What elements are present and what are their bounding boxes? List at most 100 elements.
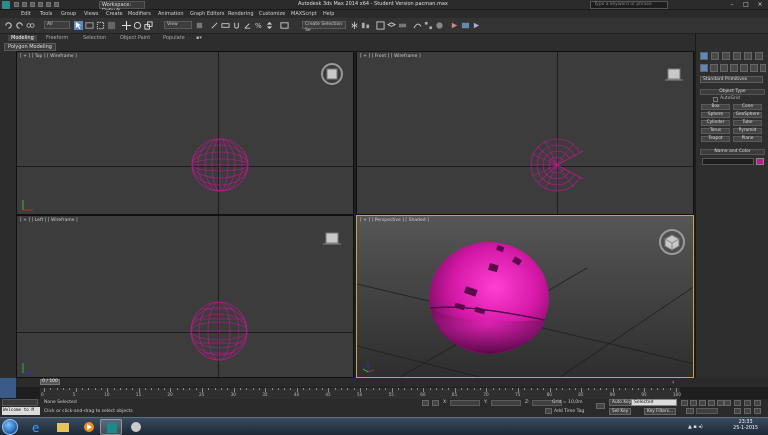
lock-selection-icon[interactable]: [422, 400, 429, 406]
viewport-label-left[interactable]: [ + ] [ Left ] [ Wireframe ]: [20, 218, 78, 223]
motion-tab-icon[interactable]: [733, 52, 741, 60]
zoom-extents-icon[interactable]: [754, 400, 761, 406]
time-tag-icon[interactable]: [545, 408, 552, 414]
viewcube-icon[interactable]: [665, 67, 683, 81]
viewport-layout-icon[interactable]: [0, 378, 16, 398]
viewport-label-front[interactable]: [ + ] [ Front ] [ Wireframe ]: [360, 54, 421, 59]
menu-group[interactable]: Group: [61, 11, 76, 17]
key-mode-icon[interactable]: [596, 403, 605, 409]
autogrid-checkbox[interactable]: [713, 97, 718, 102]
viewport-label-perspective[interactable]: [ + ] [ Perspective ] [ Shaded ]: [360, 218, 429, 223]
key-selection-dropdown[interactable]: Selected: [631, 399, 677, 406]
zoom-icon[interactable]: [734, 400, 741, 406]
menu-animation[interactable]: Animation: [158, 11, 184, 17]
3ds-max-taskbar-icon[interactable]: [100, 419, 122, 435]
polygon-modeling-panel[interactable]: Polygon Modeling: [4, 43, 56, 51]
ribbon-options-icon[interactable]: ▪▾: [196, 35, 202, 41]
viewport-left[interactable]: [ + ] [ Left ] [ Wireframe ]: [16, 215, 354, 378]
named-selection-dropdown[interactable]: Create Selection Se: [302, 21, 346, 33]
next-frame-icon[interactable]: ›: [672, 379, 674, 386]
tube-button[interactable]: Tube: [733, 120, 762, 126]
maxscript-mini-listener[interactable]: Welcome to M: [2, 407, 40, 415]
previous-frame-icon[interactable]: [690, 400, 697, 406]
current-frame-field[interactable]: [696, 408, 718, 414]
menu-maxscript[interactable]: MAXScript: [291, 11, 317, 17]
sphere-wireframe-top[interactable]: [191, 138, 249, 192]
lights-icon[interactable]: [720, 64, 728, 72]
menu-create[interactable]: Create: [106, 11, 123, 17]
search-input[interactable]: Type a keyword or phrase: [590, 1, 668, 9]
menu-modifiers[interactable]: Modifiers: [128, 11, 151, 17]
undo-icon[interactable]: [38, 2, 43, 7]
close-icon[interactable]: ×: [753, 0, 767, 9]
cylinder-button[interactable]: Cylinder: [701, 120, 730, 126]
menu-views[interactable]: Views: [84, 11, 98, 17]
snaps-toggle-icon[interactable]: [232, 21, 241, 30]
angle-snap-icon[interactable]: [243, 21, 252, 30]
render-setup-icon[interactable]: [450, 21, 459, 30]
pacman-shaded-perspective[interactable]: [427, 236, 557, 358]
tab-freeform[interactable]: Freeform: [46, 35, 68, 41]
time-slider-thumb[interactable]: 0 / 100: [40, 379, 60, 385]
systems-icon[interactable]: [760, 64, 766, 72]
viewcube-icon[interactable]: [657, 228, 687, 256]
select-manipulate-icon[interactable]: [210, 21, 219, 30]
project-folder-icon[interactable]: [54, 2, 59, 7]
box-button[interactable]: Box: [701, 104, 730, 110]
pyramid-button[interactable]: Pyramid: [733, 128, 762, 134]
selection-filter-dropdown[interactable]: All: [44, 21, 70, 29]
viewport-perspective[interactable]: [ + ] [ Perspective ] [ Shaded ]: [356, 215, 694, 378]
new-file-icon[interactable]: [14, 2, 19, 7]
time-slider[interactable]: 0 / 100 ›: [0, 378, 768, 398]
hierarchy-tab-icon[interactable]: [722, 52, 730, 60]
internet-explorer-icon[interactable]: e: [26, 419, 48, 435]
minimize-icon[interactable]: –: [725, 0, 739, 9]
select-object-icon[interactable]: [74, 21, 83, 30]
zoom-all-icon[interactable]: [744, 400, 751, 406]
rendered-frame-window-icon[interactable]: [461, 21, 470, 30]
y-coordinate-field[interactable]: [491, 400, 521, 406]
add-time-tag-button[interactable]: Add Time Tag: [554, 409, 584, 414]
viewport-label-top[interactable]: [ + ] [ Top ] [ Wireframe ]: [20, 54, 77, 59]
time-config-icon[interactable]: [724, 400, 731, 406]
percent-snap-icon[interactable]: %: [254, 21, 263, 30]
pan-view-icon[interactable]: [744, 408, 751, 414]
app-taskbar-icon[interactable]: [125, 419, 147, 435]
geometry-icon[interactable]: [700, 64, 708, 72]
tab-selection[interactable]: Selection: [83, 35, 106, 41]
menu-rendering[interactable]: Rendering: [228, 11, 254, 17]
system-clock[interactable]: 23:33 25-1-2015: [733, 420, 758, 432]
tab-populate[interactable]: Populate: [163, 35, 185, 41]
go-to-end-icon[interactable]: [717, 400, 724, 406]
select-and-move-icon[interactable]: [122, 21, 131, 30]
layer-manager-icon[interactable]: [386, 21, 397, 30]
file-explorer-icon[interactable]: [52, 419, 74, 435]
viewcube-icon[interactable]: [320, 62, 344, 86]
system-tray-icons[interactable]: ▲ ▪ ◂): [688, 424, 718, 430]
object-color-swatch[interactable]: [756, 158, 764, 165]
maximize-icon[interactable]: □: [739, 0, 753, 9]
menu-help[interactable]: Help: [323, 11, 334, 17]
display-tab-icon[interactable]: [744, 52, 752, 60]
keyboard-shortcut-icon[interactable]: [221, 21, 230, 30]
menu-graph-editors[interactable]: Graph Editors: [190, 11, 224, 17]
curve-editor-icon[interactable]: [413, 21, 422, 30]
mirror-icon[interactable]: [350, 21, 359, 30]
media-player-icon[interactable]: [78, 419, 100, 435]
pacman-wireframe-front[interactable]: [529, 138, 585, 192]
tab-object-paint[interactable]: Object Paint: [120, 35, 150, 41]
scene-explorer-icon[interactable]: [376, 21, 385, 30]
maxscript-listener-top[interactable]: [2, 399, 38, 406]
undo-icon[interactable]: [4, 21, 13, 30]
workspace-dropdown[interactable]: Workspace: Default: [99, 1, 145, 14]
open-file-icon[interactable]: [22, 2, 27, 7]
sphere-button[interactable]: Sphere: [701, 112, 730, 118]
start-button[interactable]: [2, 419, 18, 435]
name-and-color-rollout[interactable]: Name and Color: [700, 149, 765, 155]
redo-icon[interactable]: [46, 2, 51, 7]
menu-customize[interactable]: Customize: [259, 11, 285, 17]
schematic-view-icon[interactable]: [424, 21, 433, 30]
select-and-link-icon[interactable]: [26, 21, 35, 30]
key-mode-toggle-icon[interactable]: [686, 408, 694, 414]
create-tab-icon[interactable]: [700, 52, 708, 60]
